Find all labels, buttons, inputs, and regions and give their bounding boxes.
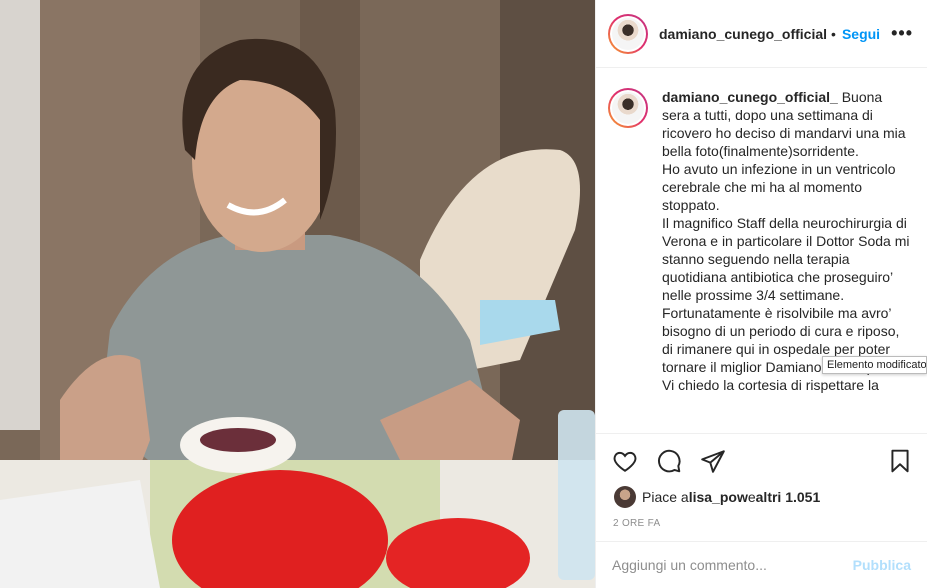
heart-icon[interactable] bbox=[612, 448, 638, 474]
follow-button[interactable]: Segui bbox=[842, 26, 880, 42]
comment-icon[interactable] bbox=[656, 448, 682, 474]
likes-summary: Piace a lisa_pow e altri 1.051 bbox=[614, 486, 820, 508]
liker-avatar[interactable] bbox=[614, 486, 636, 508]
caption: damiano_cunego_official_ Buona sera a tu… bbox=[608, 88, 913, 430]
likes-prefix: Piace a bbox=[642, 489, 689, 505]
caption-avatar[interactable] bbox=[608, 88, 648, 128]
caption-username[interactable]: damiano_cunego_official_ bbox=[662, 89, 838, 105]
separator-dot: • bbox=[831, 25, 836, 42]
action-bar bbox=[596, 433, 927, 485]
author-username[interactable]: damiano_cunego_official bbox=[659, 26, 827, 42]
publish-button[interactable]: Pubblica bbox=[853, 557, 911, 573]
post-timestamp[interactable]: 2 ORE FA bbox=[613, 518, 660, 529]
post-header: damiano_cunego_official • Segui ••• bbox=[596, 0, 927, 68]
photo-illustration bbox=[0, 0, 595, 588]
more-icon[interactable]: ••• bbox=[891, 23, 913, 44]
caption-body: damiano_cunego_official_ Buona sera a tu… bbox=[662, 88, 913, 430]
share-icon[interactable] bbox=[700, 448, 726, 474]
edited-tooltip: Elemento modificato bbox=[822, 356, 927, 374]
liker-username[interactable]: lisa_pow bbox=[689, 489, 748, 505]
post-photo[interactable] bbox=[0, 0, 595, 588]
comment-form: Pubblica bbox=[596, 541, 927, 588]
post-panel: damiano_cunego_official • Segui ••• dami… bbox=[595, 0, 927, 588]
author-avatar[interactable] bbox=[608, 13, 648, 54]
likes-mid: e bbox=[747, 489, 756, 505]
caption-text: Buona sera a tutti, dopo una settimana d… bbox=[662, 89, 910, 393]
bookmark-icon[interactable] bbox=[887, 448, 913, 474]
likes-count[interactable]: altri 1.051 bbox=[756, 489, 821, 505]
comment-input[interactable] bbox=[612, 557, 853, 573]
